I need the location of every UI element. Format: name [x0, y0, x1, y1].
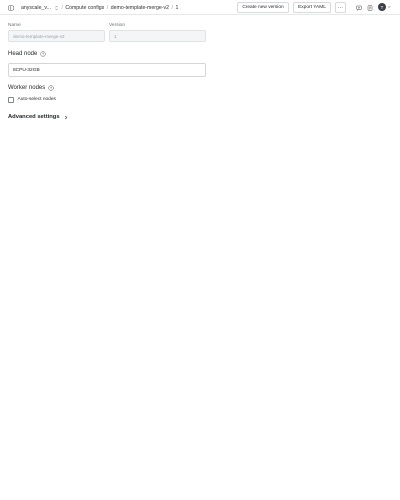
worker-nodes-heading: Worker nodes — [8, 85, 54, 91]
breadcrumb-separator: / — [171, 4, 173, 11]
advanced-settings-toggle[interactable]: Advanced settings — [8, 114, 68, 120]
chat-icon — [356, 5, 361, 10]
head-node-title: Head node — [8, 51, 38, 57]
chevron-right-icon[interactable] — [64, 115, 68, 120]
docs-button[interactable] — [365, 3, 374, 12]
version-field[interactable]: 1 — [109, 30, 206, 42]
auto-select-nodes-label[interactable]: Auto-select nodes — [18, 97, 56, 102]
avatar[interactable]: T — [378, 3, 386, 11]
breadcrumb: anyscale_v... / Compute configs / demo-t… — [21, 3, 178, 12]
name-label: Name — [8, 23, 21, 28]
help-circle-icon[interactable] — [48, 85, 54, 91]
top-bar: anyscale_v... / Compute configs / demo-t… — [0, 0, 400, 15]
chat-button[interactable] — [354, 3, 363, 12]
breadcrumb-separator: / — [106, 4, 109, 11]
help-circle-icon[interactable] — [40, 51, 47, 57]
breadcrumb-org[interactable]: anyscale_v... — [21, 5, 51, 11]
export-yaml-button[interactable]: Export YAML — [293, 2, 331, 13]
worker-nodes-title: Worker nodes — [8, 85, 46, 91]
breadcrumb-version: 1 — [175, 4, 179, 11]
auto-select-nodes-row[interactable]: Auto-select nodes — [8, 97, 56, 103]
breadcrumb-config-name[interactable]: demo-template-merge-v2 — [111, 5, 169, 11]
breadcrumb-compute-configs[interactable]: Compute configs — [65, 5, 104, 11]
chevron-down-icon[interactable] — [387, 5, 391, 9]
head-node-select[interactable]: 8CPU-32GB — [8, 63, 206, 77]
sidebar-toggle-icon — [7, 5, 14, 10]
org-switcher[interactable]: anyscale_v... — [21, 5, 59, 11]
chevron-up-down-icon[interactable] — [54, 5, 59, 11]
auto-select-nodes-checkbox[interactable] — [8, 97, 14, 103]
more-options-button[interactable]: ··· — [335, 2, 346, 13]
head-node-heading: Head node — [8, 51, 47, 57]
advanced-settings-title[interactable]: Advanced settings — [8, 114, 60, 120]
name-field[interactable]: demo-template-merge-v2 — [8, 30, 105, 42]
docs-icon — [367, 5, 372, 10]
version-label: Version — [109, 23, 125, 28]
create-new-version-button[interactable]: Create new version — [237, 2, 289, 13]
sidebar-toggle-button[interactable] — [6, 3, 15, 12]
breadcrumb-separator: / — [61, 4, 63, 11]
